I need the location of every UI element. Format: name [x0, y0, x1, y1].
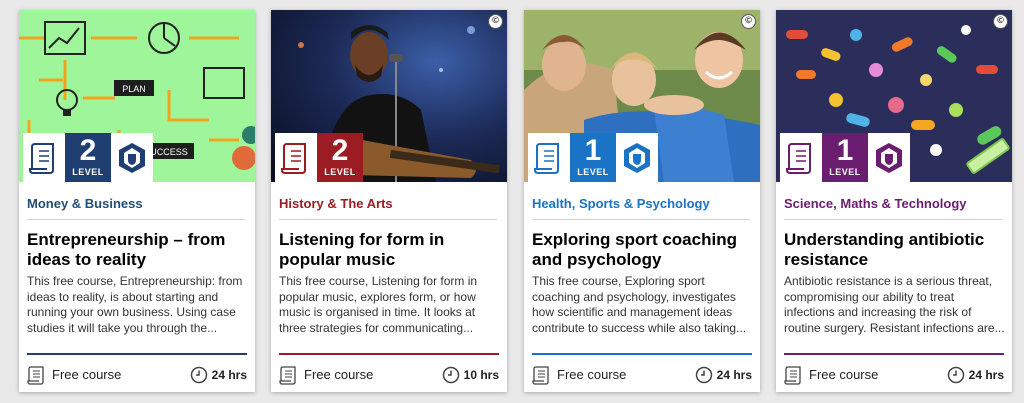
course-description: This free course, Entrepreneurship: from…	[27, 274, 243, 335]
duration: 24 hrs	[947, 365, 1004, 385]
free-course-icon	[27, 366, 44, 385]
level-badge: 1 LEVEL	[780, 133, 910, 182]
scroll-icon	[275, 133, 317, 182]
copyright-icon: ©	[741, 14, 756, 29]
level-indicator: 1 LEVEL	[570, 133, 616, 182]
course-image[interactable]: © 2 LEVEL	[271, 10, 507, 182]
level-indicator: 1 LEVEL	[822, 133, 868, 182]
art-label-plan: PLAN	[122, 84, 146, 94]
duration: 24 hrs	[190, 365, 247, 385]
course-category[interactable]: Money & Business	[27, 196, 247, 212]
divider	[784, 219, 1002, 220]
course-card[interactable]: © 1 LEVEL Science, Maths & Technology Un…	[776, 10, 1012, 392]
copyright-icon: ©	[488, 14, 503, 29]
divider	[27, 353, 247, 355]
level-label: LEVEL	[829, 167, 861, 177]
clock-icon	[442, 366, 459, 384]
level-label: LEVEL	[72, 167, 104, 177]
free-course-icon	[279, 366, 296, 385]
badge-shield-icon	[111, 133, 153, 182]
course-category[interactable]: History & The Arts	[279, 196, 499, 212]
divider	[784, 353, 1004, 355]
divider	[532, 219, 750, 220]
free-course-icon	[784, 366, 801, 385]
course-card-list: PLAN SUCCESS © 2 LEVEL	[0, 0, 1024, 403]
level-number: 2	[79, 134, 97, 167]
divider	[27, 219, 245, 220]
divider	[532, 353, 752, 355]
level-badge: 2 LEVEL	[23, 133, 153, 182]
clock-icon	[695, 366, 712, 384]
course-title[interactable]: Entrepreneurship – from ideas to reality	[27, 230, 249, 270]
course-title[interactable]: Listening for form in popular music	[279, 230, 501, 270]
course-type: Free course	[52, 367, 122, 382]
scroll-icon	[780, 133, 822, 182]
level-indicator: 2 LEVEL	[65, 133, 111, 182]
divider	[279, 353, 499, 355]
course-title[interactable]: Exploring sport coaching and psychology	[532, 230, 754, 270]
course-card[interactable]: © 2 LEVEL History & The Arts Listening f…	[271, 10, 507, 392]
copyright-icon: ©	[993, 14, 1008, 29]
course-meta: Free course 24 hrs	[532, 365, 752, 385]
course-image[interactable]: PLAN SUCCESS © 2 LEVEL	[19, 10, 255, 182]
course-meta: Free course 24 hrs	[27, 365, 247, 385]
course-description: Antibiotic resistance is a serious threa…	[784, 274, 1005, 335]
course-category[interactable]: Science, Maths & Technology	[784, 196, 1004, 212]
course-description: This free course, Listening for form in …	[279, 274, 478, 335]
free-course-icon	[532, 366, 549, 385]
course-title[interactable]: Understanding antibiotic resistance	[784, 230, 1006, 270]
level-number: 1	[836, 134, 854, 167]
level-label: LEVEL	[577, 167, 609, 177]
duration-hours: 24 hrs	[716, 368, 752, 382]
duration: 10 hrs	[442, 365, 499, 385]
badge-shield-icon	[868, 133, 910, 182]
course-image[interactable]: © 1 LEVEL	[776, 10, 1012, 182]
divider	[279, 219, 497, 220]
clock-icon	[190, 366, 207, 384]
duration-hours: 10 hrs	[463, 368, 499, 382]
course-image[interactable]: © 1 LEVEL	[524, 10, 760, 182]
clock-icon	[947, 366, 964, 384]
level-label: LEVEL	[324, 167, 356, 177]
level-number: 1	[584, 134, 602, 167]
level-indicator: 2 LEVEL	[317, 133, 363, 182]
duration-hours: 24 hrs	[211, 368, 247, 382]
course-description: This free course, Exploring sport coachi…	[532, 274, 747, 335]
course-card[interactable]: PLAN SUCCESS © 2 LEVEL	[19, 10, 255, 392]
level-badge: 1 LEVEL	[528, 133, 658, 182]
course-type: Free course	[304, 367, 374, 382]
badge-shield-icon	[616, 133, 658, 182]
course-card[interactable]: © 1 LEVEL Health, Sports & Psychology Ex…	[524, 10, 760, 392]
duration-hours: 24 hrs	[968, 368, 1004, 382]
course-category[interactable]: Health, Sports & Psychology	[532, 196, 752, 212]
course-type: Free course	[557, 367, 627, 382]
level-badge: 2 LEVEL	[275, 133, 363, 182]
level-number: 2	[331, 134, 349, 167]
course-meta: Free course 24 hrs	[784, 365, 1004, 385]
course-type: Free course	[809, 367, 879, 382]
duration: 24 hrs	[695, 365, 752, 385]
scroll-icon	[23, 133, 65, 182]
course-meta: Free course 10 hrs	[279, 365, 499, 385]
scroll-icon	[528, 133, 570, 182]
